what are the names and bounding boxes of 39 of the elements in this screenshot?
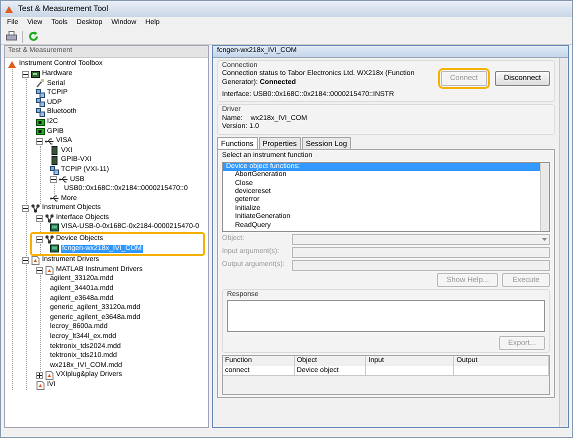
nodes-icon (45, 234, 54, 244)
input-field[interactable] (292, 246, 550, 258)
cable-icon (36, 79, 45, 88)
expander-icon[interactable] (36, 236, 43, 243)
printer-icon[interactable] (6, 31, 17, 42)
document-icon (31, 256, 40, 265)
app-logo-icon (5, 4, 14, 14)
document-icon (45, 266, 54, 275)
network-icon (36, 98, 45, 108)
scrollbar[interactable] (540, 162, 549, 231)
network-icon (50, 166, 59, 175)
expander-icon[interactable] (22, 204, 29, 212)
network-icon (36, 108, 45, 118)
document-icon (45, 371, 54, 380)
nodes-icon (45, 214, 54, 223)
expander-icon[interactable] (36, 138, 43, 145)
scrollbar[interactable] (559, 58, 568, 427)
nodes-icon (31, 204, 40, 213)
triangle-icon (8, 60, 17, 70)
window-title: Test & Measurement Tool (18, 4, 108, 14)
expander-icon[interactable] (50, 176, 57, 184)
device-icon (50, 244, 59, 254)
usb-symbol-icon (59, 175, 68, 184)
expander-icon[interactable] (22, 70, 29, 78)
refresh-icon[interactable] (28, 31, 39, 42)
expander-icon[interactable] (22, 256, 29, 264)
network-icon (36, 88, 45, 98)
response-box[interactable] (227, 300, 545, 332)
caret-icon (542, 238, 547, 241)
expander-icon[interactable] (36, 266, 43, 274)
device-icon (50, 223, 59, 232)
expander-icon[interactable] (36, 214, 43, 222)
expander-icon[interactable] (36, 372, 43, 380)
usb-symbol-icon (50, 194, 59, 204)
document-icon (36, 380, 45, 390)
input-field[interactable] (292, 260, 550, 271)
usb-symbol-icon (45, 136, 54, 146)
board-icon (31, 70, 40, 79)
dropdown-field[interactable] (292, 234, 550, 245)
